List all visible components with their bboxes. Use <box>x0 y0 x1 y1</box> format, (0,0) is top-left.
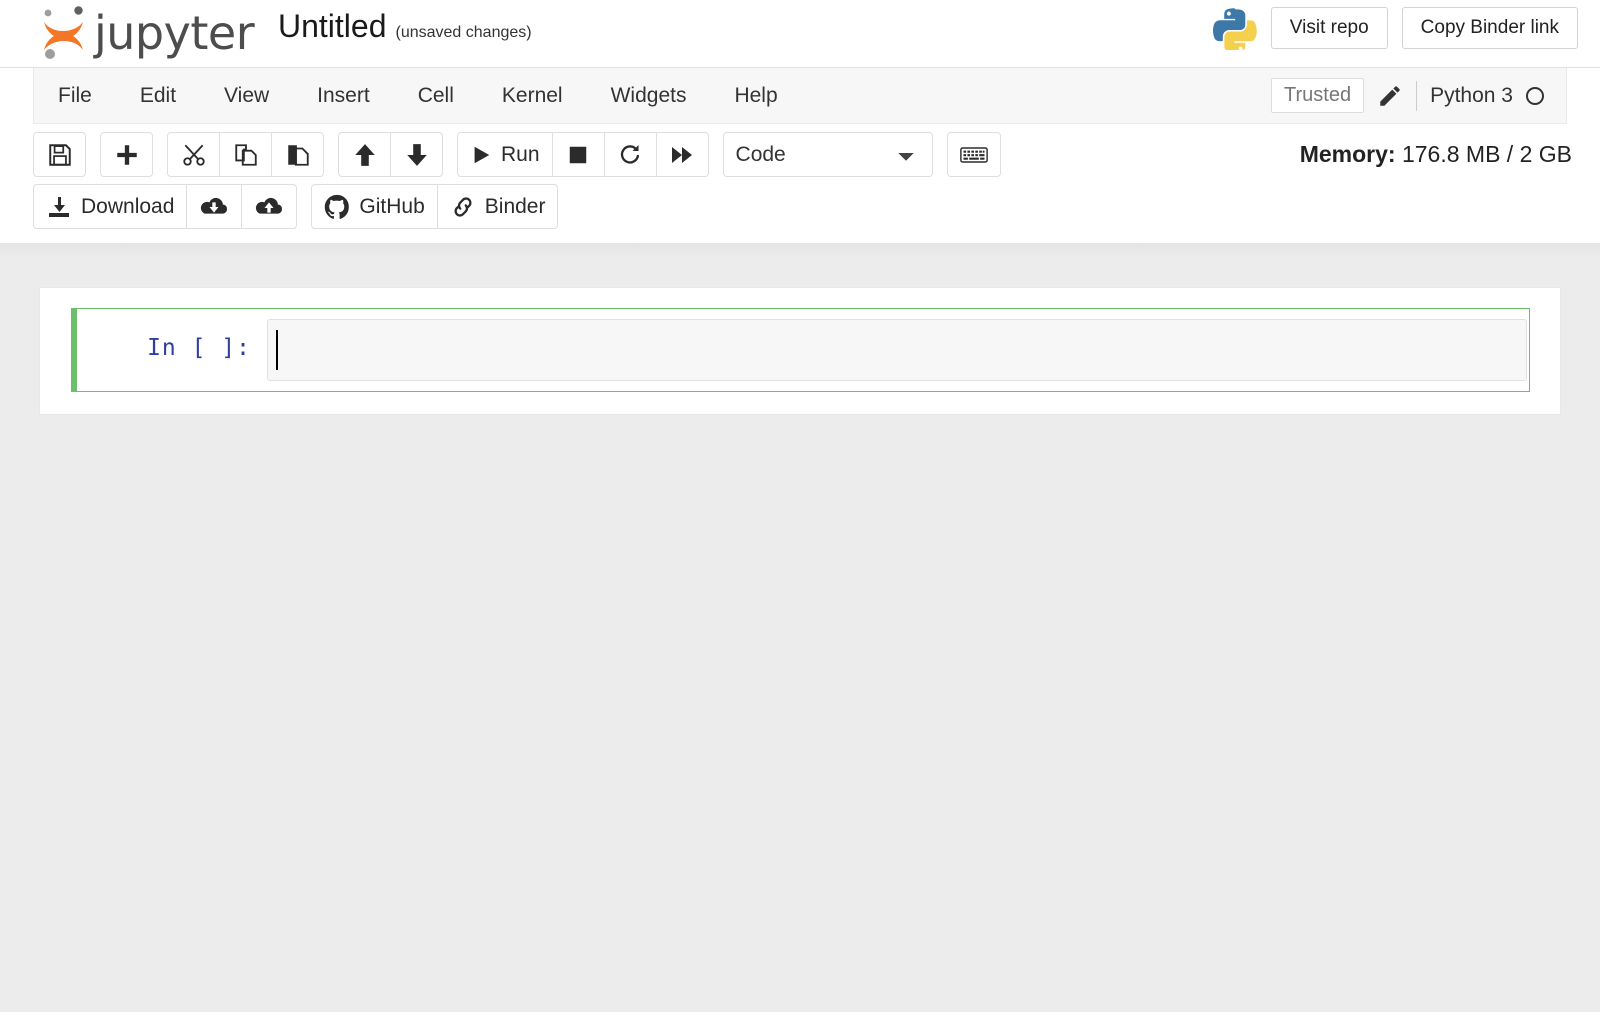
github-button[interactable]: GitHub <box>311 184 438 229</box>
jupyter-logo <box>44 6 83 59</box>
notebook-container: In [ ]: <box>40 288 1560 414</box>
code-cell[interactable]: In [ ]: <box>71 308 1530 392</box>
download-button[interactable]: Download <box>33 184 188 229</box>
copy-icon <box>234 143 257 166</box>
toolbar-row-secondary: Download GitHub Binder <box>0 184 1600 229</box>
notebook-title-area[interactable]: Untitled (unsaved changes) <box>278 8 532 45</box>
binder-button[interactable]: Binder <box>436 184 559 229</box>
toolbar-group-edit <box>167 132 324 177</box>
menu-file[interactable]: File <box>34 68 116 124</box>
toolbar-group-move <box>338 132 443 177</box>
move-cell-down-button[interactable] <box>390 132 443 177</box>
save-status: (unsaved changes) <box>395 24 532 41</box>
save-button[interactable] <box>33 132 86 177</box>
cell-input-editor[interactable] <box>267 319 1527 381</box>
menu-cell[interactable]: Cell <box>394 68 478 124</box>
keyboard-icon <box>959 146 988 163</box>
link-chain-icon <box>454 196 472 217</box>
restart-kernel-button[interactable] <box>603 132 657 177</box>
interrupt-kernel-button[interactable] <box>551 132 605 177</box>
toolbar-group-insert <box>100 132 153 177</box>
memory-label: Memory: <box>1299 141 1396 167</box>
fast-forward-icon <box>672 146 693 163</box>
download-tray-icon <box>49 196 69 217</box>
header-actions: Visit repo Copy Binder link <box>1212 6 1578 50</box>
menubar: File Edit View Insert Cell Kernel Widget… <box>33 68 1567 124</box>
paste-cells-button[interactable] <box>271 132 324 177</box>
toolbar-group-download: Download <box>33 184 298 229</box>
cell-prompt: In [ ]: <box>147 335 251 361</box>
run-button-label: Run <box>501 142 540 166</box>
copy-cells-button[interactable] <box>219 132 272 177</box>
brand-text: jupyter <box>94 6 255 60</box>
toolbar-region: Run Code Memory: 176.8 MB / 2 GB Downloa… <box>0 126 1600 243</box>
trusted-badge: Trusted <box>1271 78 1365 113</box>
insert-cell-below-button[interactable] <box>100 132 153 177</box>
toolbar-group-links: GitHub Binder <box>311 184 559 229</box>
cut-cells-button[interactable] <box>167 132 220 177</box>
plus-icon <box>116 144 137 165</box>
play-icon <box>474 146 490 163</box>
brand[interactable]: jupyter <box>38 4 255 62</box>
command-palette-button[interactable] <box>946 132 1001 177</box>
notebook-region: In [ ]: <box>0 243 1600 1012</box>
binder-button-label: Binder <box>484 194 546 218</box>
scissors-icon <box>182 144 205 166</box>
menu-help[interactable]: Help <box>710 68 801 124</box>
menu-kernel[interactable]: Kernel <box>478 68 587 124</box>
memory-value: 176.8 MB / 2 GB <box>1401 141 1572 167</box>
move-cell-up-button[interactable] <box>338 132 391 177</box>
visit-repo-button[interactable]: Visit repo <box>1270 6 1388 50</box>
menubar-right-section: Trusted Python 3 <box>1271 78 1566 113</box>
arrow-up-icon <box>354 143 375 166</box>
run-cell-button[interactable]: Run <box>457 132 553 177</box>
app-header: jupyter Untitled (unsaved changes) Visit… <box>0 0 1600 68</box>
menubar-region: File Edit View Insert Cell Kernel Widget… <box>0 68 1600 126</box>
pencil-icon[interactable] <box>1377 83 1403 109</box>
cloud-upload-icon <box>256 197 283 214</box>
paste-icon <box>287 144 309 166</box>
arrow-down-icon <box>406 143 427 166</box>
stop-square-icon <box>569 146 587 163</box>
cell-type-select[interactable]: Code <box>722 132 933 177</box>
text-cursor <box>276 330 278 370</box>
toolbar-group-command-palette <box>946 132 1001 177</box>
menu-view[interactable]: View <box>200 68 293 124</box>
download-button-label: Download <box>81 194 175 218</box>
menu-widgets[interactable]: Widgets <box>587 68 711 124</box>
toolbar-group-run: Run <box>457 132 709 177</box>
kernel-name-label: Python 3 <box>1430 83 1513 107</box>
cloud-download-icon <box>201 197 228 214</box>
cloud-download-button[interactable] <box>186 184 243 229</box>
menu-edit[interactable]: Edit <box>116 68 200 124</box>
restart-icon <box>620 144 640 164</box>
toolbar-group-file <box>33 132 86 177</box>
menu-insert[interactable]: Insert <box>293 68 394 124</box>
memory-usage-indicator: Memory: 176.8 MB / 2 GB <box>1300 141 1600 168</box>
python-logo <box>1212 8 1257 50</box>
restart-and-run-all-button[interactable] <box>655 132 709 177</box>
cloud-upload-button[interactable] <box>241 184 298 229</box>
kernel-idle-circle-icon <box>1526 86 1544 105</box>
page-title[interactable]: Untitled <box>278 8 387 45</box>
menubar-divider <box>1416 80 1418 111</box>
github-icon <box>325 194 350 219</box>
copy-binder-link-button[interactable]: Copy Binder link <box>1401 6 1578 50</box>
toolbar-row-primary: Run Code Memory: 176.8 MB / 2 GB <box>0 132 1600 177</box>
floppy-disk-icon <box>48 143 71 166</box>
github-button-label: GitHub <box>359 194 425 218</box>
